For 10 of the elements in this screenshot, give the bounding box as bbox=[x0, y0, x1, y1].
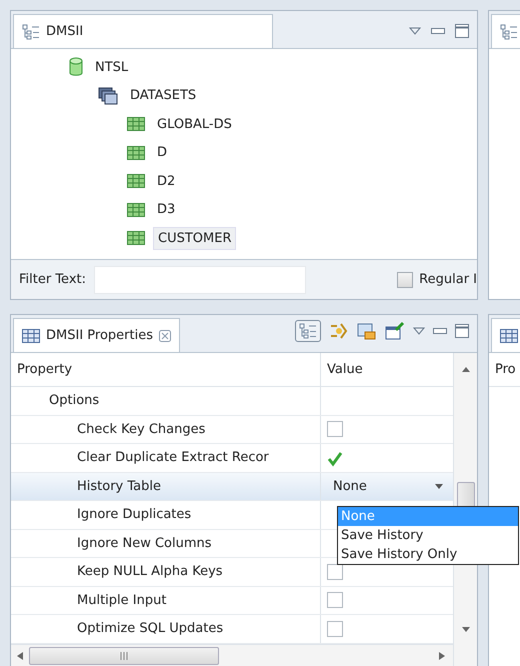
property-name: Ignore New Columns bbox=[77, 534, 212, 552]
property-name: Check Key Changes bbox=[77, 420, 206, 438]
property-name: Multiple Input bbox=[77, 592, 166, 610]
property-name: Optimize SQL Updates bbox=[77, 620, 224, 638]
property-name: History Table bbox=[77, 478, 161, 496]
property-name: Ignore Duplicates bbox=[77, 506, 192, 524]
filter-label: Filter Text: bbox=[19, 270, 86, 289]
property-name: Keep NULL Alpha Keys bbox=[77, 563, 223, 581]
property-name: Clear Duplicate Extract Recor bbox=[77, 449, 269, 467]
category-label: Options bbox=[49, 392, 100, 410]
